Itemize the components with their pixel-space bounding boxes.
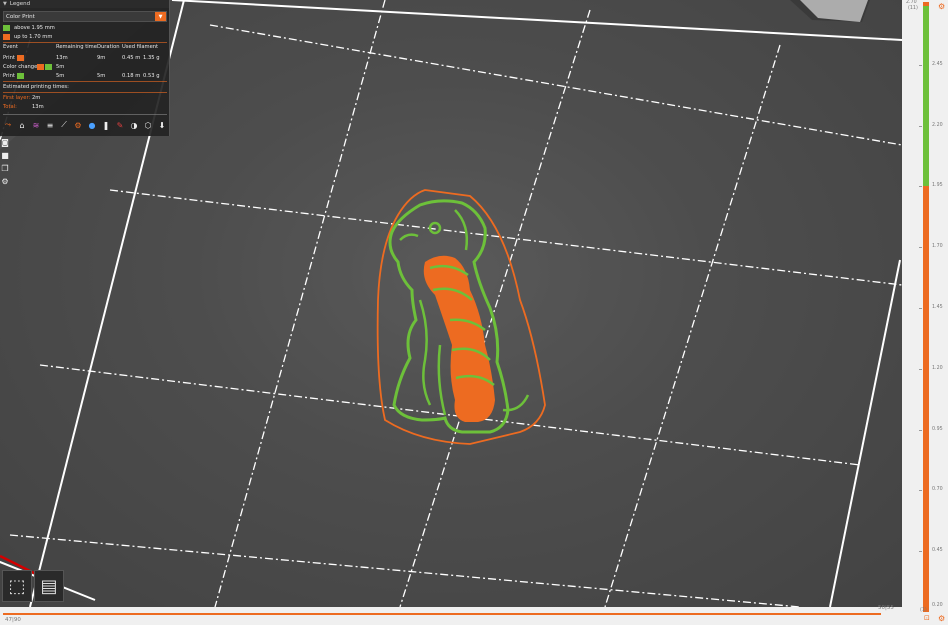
event-weight: 0.53 g [143, 73, 160, 79]
tick-mark [919, 430, 922, 431]
travel-icon[interactable]: ⤳ [3, 120, 13, 130]
divider [3, 92, 167, 93]
color-changes-icon[interactable]: ● [87, 120, 97, 130]
slider-range-orange[interactable] [923, 186, 929, 612]
event-name: Print [3, 55, 15, 61]
options-toolbar: ⤳ ⌂ ≋ ≡ ⟋ ⚙ ● ❚ ✎ ◑ ⬡ ⬇ [0, 117, 170, 133]
event-weight: 1.35 g [143, 55, 160, 61]
layer-tick: 1.70 [932, 244, 943, 249]
view-switcher: ⬚ ▤ [2, 570, 64, 602]
bottom-layer-index: (1) [920, 608, 927, 613]
shells-icon[interactable]: ⬡ [143, 120, 153, 130]
event-length: 0.45 m [122, 55, 141, 61]
wipe-icon[interactable]: ⌂ [17, 120, 27, 130]
first-layer-value: 2m [32, 95, 41, 101]
color-swatch [3, 34, 10, 40]
preview-layers-icon[interactable]: ▤ [34, 570, 64, 602]
layer-tick: 1.95 [932, 183, 943, 188]
camera-icon[interactable]: ◙ [0, 137, 10, 147]
cog-icon[interactable]: ⚙ [938, 2, 945, 11]
vertical-layer-slider[interactable]: ⚙ 2.70 (11) 2.45 2.20 1.95 1.70 1.45 1.2… [902, 0, 948, 625]
legend-title: Legend [9, 1, 31, 7]
event-name: Print [3, 73, 15, 79]
bottom-layer-label: 0.20 [932, 603, 943, 608]
estimated-times-label: Estimated printing times: [3, 84, 69, 90]
color-swatch [3, 25, 10, 31]
event-remaining: 5m [56, 73, 65, 79]
tool-marker-icon[interactable]: ⬇ [157, 120, 167, 130]
horizontal-move-slider[interactable]: 47|90 50|55 ↶ [0, 605, 912, 625]
first-layer-label: First layer: [3, 95, 31, 101]
divider [3, 114, 167, 115]
tick-mark [919, 369, 922, 370]
tick-mark [919, 126, 922, 127]
slider-track[interactable] [3, 613, 881, 615]
seams-icon[interactable]: ⟋ [59, 120, 69, 130]
event-remaining: 13m [56, 55, 68, 61]
event-remaining: 5m [56, 64, 65, 70]
lock-icon[interactable]: ⊡ [924, 614, 930, 622]
color-swatch [45, 64, 52, 70]
range-label: up to 1.70 mm [14, 34, 53, 40]
cog-icon[interactable]: ⚙ [938, 614, 945, 623]
view-type-select[interactable]: Color Print ▼ [3, 11, 167, 22]
legend-header[interactable]: ▼ Legend [0, 0, 169, 8]
total-label: Total: [3, 104, 17, 110]
layer-tick: 2.20 [932, 123, 943, 128]
col-duration: Duration [97, 44, 120, 50]
tick-mark [919, 308, 922, 309]
col-remaining: Remaining time [56, 44, 97, 50]
collapse-triangle-icon[interactable]: ▼ [3, 1, 7, 7]
3d-view-cube-icon[interactable]: ⬚ [2, 570, 32, 602]
view-type-value: Color Print [6, 13, 35, 20]
divider [3, 42, 167, 43]
layer-tick: 2.45 [932, 62, 943, 67]
col-filament: Used filament [122, 44, 159, 50]
event-duration: 5m [97, 73, 106, 79]
legend-panel[interactable]: ▼ Legend Color Print ▼ above 1.95 mm up … [0, 0, 170, 136]
custom-gcode-icon[interactable]: ✎ [115, 120, 125, 130]
chevron-down-icon[interactable]: ▼ [155, 12, 166, 21]
layer-tick: 0.95 [932, 427, 943, 432]
center-of-gravity-icon[interactable]: ◑ [129, 120, 139, 130]
retractions-icon[interactable]: ≋ [31, 120, 41, 130]
deretractions-icon[interactable]: ≡ [45, 120, 55, 130]
divider [3, 81, 167, 82]
top-layer-label: 2.70 [906, 0, 917, 5]
event-duration: 9m [97, 55, 106, 61]
settings-icon[interactable]: ⚙ [0, 176, 10, 186]
event-length: 0.18 m [122, 73, 141, 79]
tick-mark [919, 186, 922, 187]
copy-icon[interactable]: ❐ [0, 163, 10, 173]
range-label: above 1.95 mm [14, 25, 55, 31]
color-swatch [37, 64, 44, 70]
slider-range-green[interactable] [923, 6, 929, 186]
layer-tick: 0.45 [932, 548, 943, 553]
range-item: up to 1.70 mm [3, 33, 52, 41]
event-name: Color change [3, 64, 38, 70]
video-icon[interactable]: ■ [0, 150, 10, 160]
tick-mark [919, 490, 922, 491]
tool-changes-icon[interactable]: ⚙ [73, 120, 83, 130]
total-value: 13m [32, 104, 44, 110]
pause-icon[interactable]: ❚ [101, 120, 111, 130]
range-item: above 1.95 mm [3, 24, 55, 32]
layer-tick: 0.70 [932, 487, 943, 492]
color-swatch [17, 55, 24, 61]
top-layer-index: (11) [908, 6, 918, 11]
tick-mark [919, 247, 922, 248]
layer-tick: 1.45 [932, 305, 943, 310]
layer-tick: 1.20 [932, 366, 943, 371]
tick-mark [919, 65, 922, 66]
hslider-left-label: 47|90 [5, 617, 21, 623]
color-swatch [17, 73, 24, 79]
hslider-right-label: 50|55 [878, 605, 894, 611]
tick-mark [919, 551, 922, 552]
side-toolbar: ◙ ■ ❐ ⚙ [0, 137, 12, 186]
col-event: Event [3, 44, 18, 50]
